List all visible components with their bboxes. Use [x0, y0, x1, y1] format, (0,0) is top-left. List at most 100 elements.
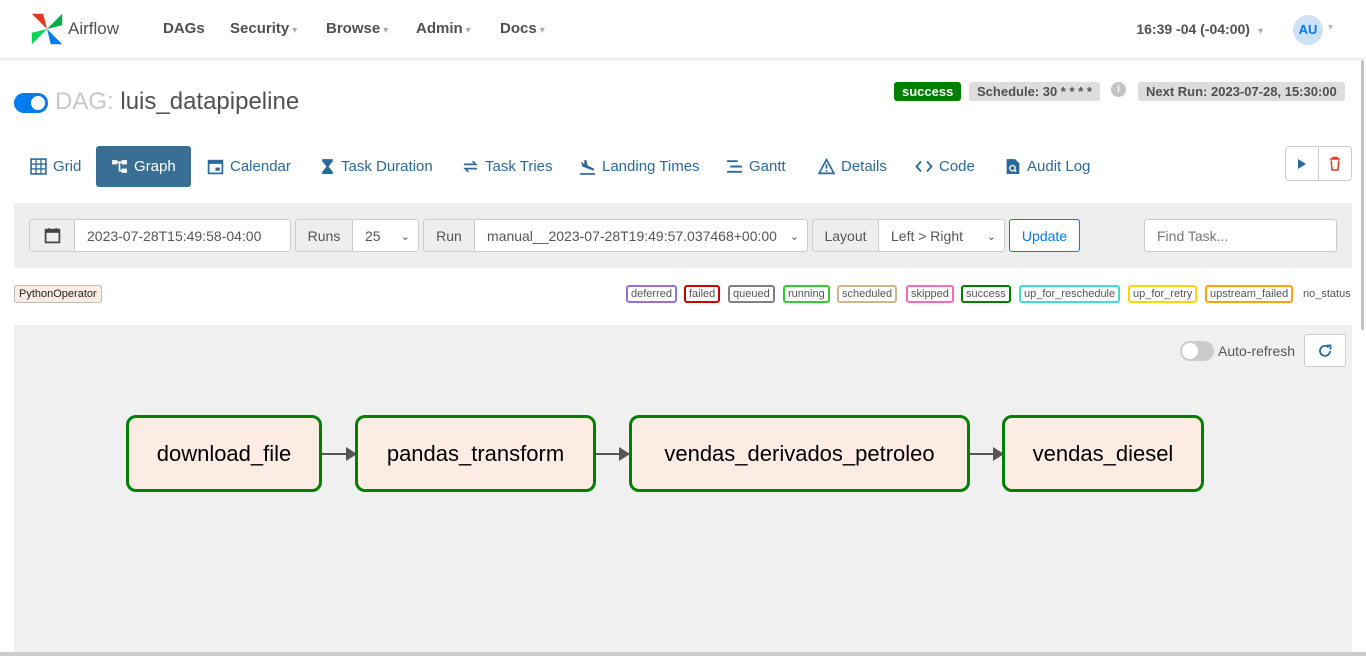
runs-select-value: 25 — [365, 227, 381, 244]
tab-code-label: Code — [939, 158, 975, 175]
task-edge — [596, 447, 630, 461]
tab-audit-log[interactable]: Audit Log — [1005, 146, 1090, 187]
dag-action-buttons — [1285, 146, 1352, 181]
airflow-logo-icon — [31, 13, 63, 45]
horizontal-scrollbar[interactable] — [0, 652, 1366, 656]
info-icon[interactable]: i — [1111, 82, 1126, 97]
legend-skipped[interactable]: skipped — [906, 285, 954, 303]
chevron-down-icon: ⌄ — [986, 231, 996, 243]
task-node[interactable]: vendas_diesel — [1002, 415, 1204, 492]
tab-graph-label: Graph — [134, 158, 176, 175]
runs-label: Runs — [295, 219, 353, 252]
refresh-button[interactable] — [1304, 334, 1346, 367]
tab-graph[interactable]: Graph — [96, 146, 191, 187]
run-label: Run — [423, 219, 475, 252]
repeat-icon — [462, 158, 479, 175]
legend-up-for-reschedule[interactable]: up_for_reschedule — [1019, 285, 1121, 303]
legend-queued[interactable]: queued — [728, 285, 775, 303]
layout-select[interactable]: Left > Right ⌄ — [878, 219, 1005, 252]
tab-details-label: Details — [841, 158, 887, 175]
play-icon — [1298, 158, 1306, 169]
task-edge — [322, 447, 357, 461]
find-task-input[interactable] — [1144, 219, 1337, 252]
runs-select[interactable]: 25 ⌄ — [352, 219, 419, 252]
tab-task-duration[interactable]: Task Duration — [320, 146, 433, 187]
task-edge — [970, 447, 1004, 461]
nav-dags[interactable]: DAGs — [163, 20, 205, 37]
base-date-input[interactable]: 2023-07-28T15:49:58-04:00 — [74, 219, 291, 252]
task-node[interactable]: download_file — [126, 415, 322, 492]
nav-browse[interactable]: Browse ▾ — [326, 20, 388, 37]
warning-icon — [818, 158, 835, 175]
top-navbar: Airflow DAGs Security ▾ Browse ▾ Admin ▾ Do… — [0, 0, 1366, 58]
dag-graph-canvas[interactable]: Auto-refresh download_file pandas_transf… — [14, 325, 1352, 652]
refresh-icon — [1319, 344, 1332, 357]
tab-landing-times[interactable]: Landing Times — [579, 146, 700, 187]
user-avatar[interactable]: AU — [1293, 15, 1323, 45]
legend-scheduled[interactable]: scheduled — [837, 285, 898, 303]
hourglass-icon — [320, 158, 335, 175]
auto-refresh-toggle[interactable]: Auto-refresh — [1180, 341, 1295, 361]
task-node[interactable]: pandas_transform — [355, 415, 596, 492]
dag-pause-toggle[interactable] — [14, 93, 48, 113]
chevron-down-icon[interactable]: ▾ — [1328, 22, 1333, 33]
legend-up-for-retry[interactable]: up_for_retry — [1128, 285, 1198, 303]
tab-calendar[interactable]: Calendar — [207, 146, 291, 187]
dag-name[interactable]: luis_datapipeline — [120, 88, 299, 115]
calendar-icon — [207, 158, 224, 175]
tab-calendar-label: Calendar — [230, 158, 291, 175]
chevron-down-icon: ⌄ — [400, 231, 410, 243]
vertical-scrollbar[interactable] — [1361, 60, 1364, 330]
tab-code[interactable]: Code — [915, 146, 975, 187]
nav-docs[interactable]: Docs ▾ — [500, 20, 545, 37]
next-run-badge: Next Run: 2023-07-28, 15:30:00 — [1138, 82, 1345, 101]
file-search-icon — [1005, 158, 1021, 175]
tab-task-tries[interactable]: Task Tries — [462, 146, 553, 187]
legend-success[interactable]: success — [961, 285, 1011, 303]
dag-status-badge: success — [894, 82, 962, 101]
tab-gantt[interactable]: Gantt — [726, 146, 786, 187]
tab-details[interactable]: Details — [818, 146, 887, 187]
gantt-icon — [726, 158, 743, 175]
calendar-picker-button[interactable] — [29, 219, 75, 252]
tab-grid[interactable]: Grid — [30, 146, 81, 187]
timezone-dropdown[interactable]: 16:39 -04 (-04:00) ▾ — [1136, 21, 1263, 37]
legend-no-status: no_status — [1303, 288, 1351, 300]
dag-title: DAG: luis_datapipeline — [55, 88, 299, 116]
run-select[interactable]: manual__2023-07-28T19:49:57.037468+00:00… — [474, 219, 808, 252]
graph-icon — [111, 158, 128, 175]
tab-grid-label: Grid — [53, 158, 82, 175]
legend-running[interactable]: running — [783, 285, 830, 303]
task-node[interactable]: vendas_derivados_petroleo — [629, 415, 970, 492]
layout-label: Layout — [812, 219, 879, 252]
nav-security[interactable]: Security ▾ — [230, 20, 297, 37]
update-button[interactable]: Update — [1009, 219, 1080, 252]
legend-failed[interactable]: failed — [684, 285, 721, 303]
code-icon — [915, 158, 933, 175]
tab-task-tries-label: Task Tries — [485, 158, 553, 175]
run-select-value: manual__2023-07-28T19:49:57.037468+00:00 — [487, 227, 777, 244]
chevron-down-icon: ▾ — [383, 25, 389, 36]
schedule-badge: Schedule: 30 * * * * — [969, 82, 1100, 101]
legend-upstream-failed[interactable]: upstream_failed — [1205, 285, 1294, 303]
tab-gantt-label: Gantt — [749, 158, 786, 175]
trigger-dag-button[interactable] — [1286, 147, 1318, 180]
chevron-down-icon: ⌄ — [789, 231, 799, 243]
delete-dag-button[interactable] — [1318, 147, 1351, 180]
legend-deferred[interactable]: deferred — [626, 285, 677, 303]
tab-audit-log-label: Audit Log — [1027, 158, 1091, 175]
nav-admin[interactable]: Admin ▾ — [416, 20, 471, 37]
auto-refresh-label: Auto-refresh — [1218, 343, 1296, 359]
calendar-icon — [44, 228, 60, 244]
grid-icon — [30, 158, 47, 175]
toggle-switch[interactable] — [1180, 341, 1214, 361]
airflow-brand[interactable]: Airflow — [28, 10, 119, 48]
brand-name: Airflow — [68, 19, 120, 38]
tab-task-duration-label: Task Duration — [341, 158, 433, 175]
layout-select-value: Left > Right — [891, 227, 963, 244]
dag-title-prefix: DAG: — [55, 88, 114, 115]
plane-landing-icon — [579, 158, 596, 175]
chevron-down-icon: ▾ — [292, 25, 298, 36]
graph-filter-bar: 2023-07-28T15:49:58-04:00 Runs 25 ⌄ Run … — [14, 203, 1352, 268]
tab-landing-times-label: Landing Times — [602, 158, 700, 175]
